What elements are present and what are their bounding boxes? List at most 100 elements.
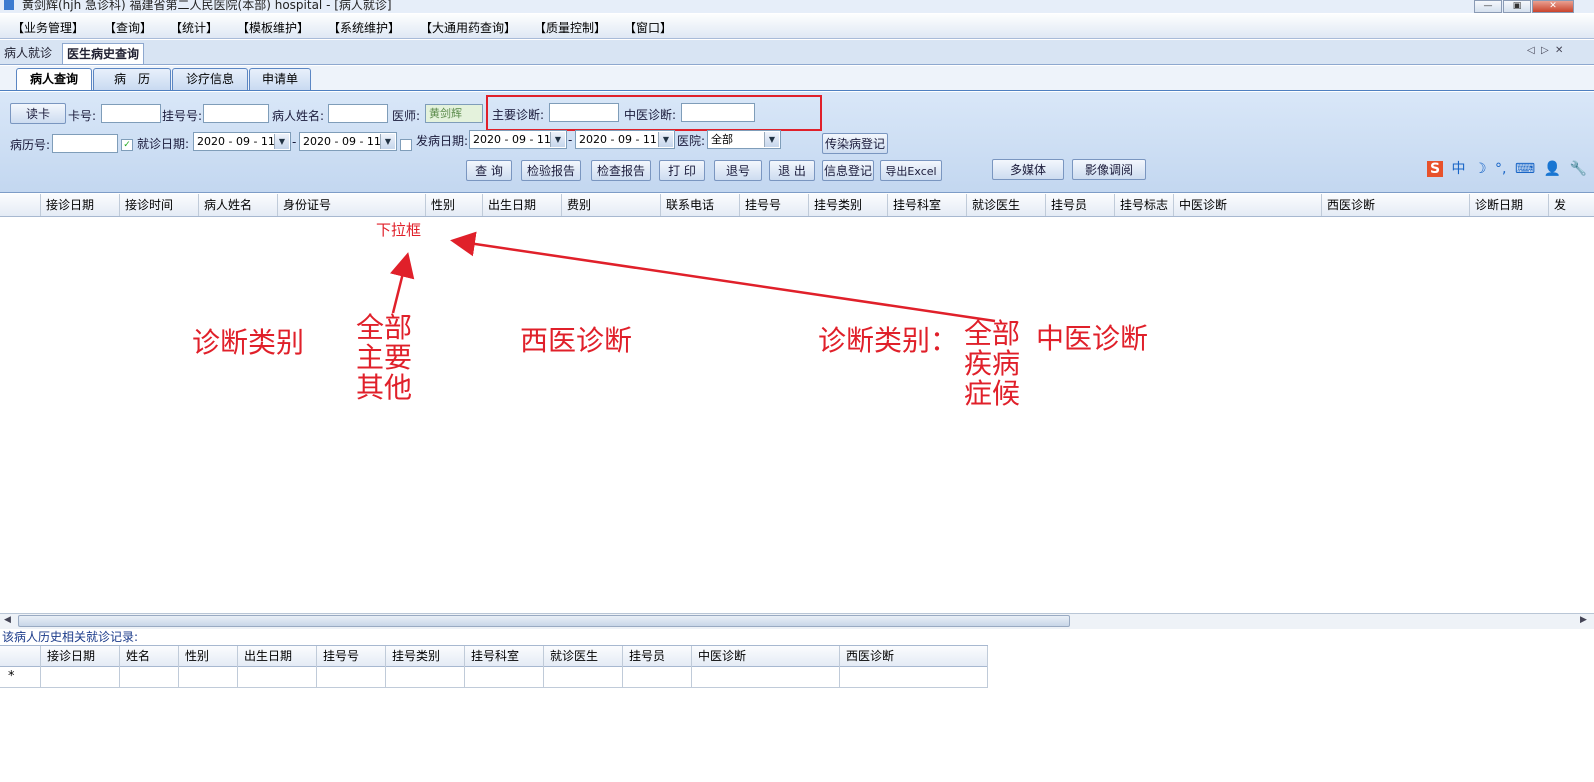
main-grid-body[interactable]: 下拉框 诊断类别 全部 主要 其他 西医诊断 诊断类别： 全部 疾病 症候 中医… bbox=[0, 217, 1594, 612]
table-cell[interactable] bbox=[544, 666, 623, 687]
infectious-register-button[interactable]: 传染病登记 bbox=[822, 133, 888, 154]
menu-statistics[interactable]: 【统计】 bbox=[170, 19, 218, 36]
lab-report-button[interactable]: 检验报告 bbox=[521, 160, 581, 181]
hist-col-gender[interactable]: 性别 bbox=[179, 646, 238, 666]
menu-drug-query[interactable]: 【大通用药查询】 bbox=[420, 19, 516, 36]
doctor-input[interactable]: 黄剑辉 bbox=[425, 104, 483, 123]
table-cell[interactable] bbox=[41, 666, 120, 687]
visit-date-checkbox[interactable]: ✓ bbox=[121, 139, 133, 151]
col-phone[interactable]: 联系电话 bbox=[661, 194, 740, 216]
col-registrar[interactable]: 挂号员 bbox=[1046, 194, 1115, 216]
hist-col-tcm-diagnosis[interactable]: 中医诊断 bbox=[692, 646, 840, 666]
table-cell[interactable] bbox=[120, 666, 179, 687]
table-cell[interactable] bbox=[179, 666, 238, 687]
hist-col-western-diagnosis[interactable]: 西医诊断 bbox=[840, 646, 988, 666]
hist-col-reg-type[interactable]: 挂号类别 bbox=[386, 646, 465, 666]
col-gender[interactable]: 性别 bbox=[426, 194, 483, 216]
hist-col-reg-dept[interactable]: 挂号科室 bbox=[465, 646, 544, 666]
menu-business[interactable]: 【业务管理】 bbox=[12, 19, 84, 36]
minimize-button[interactable]: — bbox=[1474, 0, 1502, 13]
patient-name-input[interactable] bbox=[328, 104, 388, 123]
tab-treatment-info[interactable]: 诊疗信息 bbox=[172, 68, 248, 90]
col-onset[interactable]: 发 bbox=[1549, 194, 1594, 216]
table-cell[interactable] bbox=[317, 666, 386, 687]
col-reg-type[interactable]: 挂号类别 bbox=[809, 194, 888, 216]
wrench-icon[interactable]: 🔧 bbox=[1569, 161, 1586, 177]
scroll-right-icon[interactable]: ▶ bbox=[1580, 615, 1587, 625]
col-doctor[interactable]: 就诊医生 bbox=[967, 194, 1046, 216]
hist-col-registrar[interactable]: 挂号员 bbox=[623, 646, 692, 666]
col-reg-flag[interactable]: 挂号标志 bbox=[1115, 194, 1174, 216]
col-patient-name[interactable]: 病人姓名 bbox=[199, 194, 278, 216]
col-reg-dept[interactable]: 挂号科室 bbox=[888, 194, 967, 216]
history-new-row[interactable]: * bbox=[0, 666, 988, 688]
exam-report-button[interactable]: 检查报告 bbox=[591, 160, 651, 181]
menu-template[interactable]: 【模板维护】 bbox=[237, 19, 309, 36]
user-icon[interactable]: 👤 bbox=[1544, 161, 1561, 177]
visit-date-to[interactable]: 2020 - 09 - 11 ▼ bbox=[299, 132, 397, 151]
restore-button[interactable]: ▣ bbox=[1503, 0, 1531, 13]
scroll-thumb[interactable] bbox=[18, 615, 1070, 627]
tab-request-form[interactable]: 申请单 bbox=[249, 68, 311, 90]
moon-icon[interactable]: ☽ bbox=[1474, 161, 1487, 177]
chevron-down-icon[interactable]: ▼ bbox=[380, 134, 395, 149]
col-tcm-diagnosis[interactable]: 中医诊断 bbox=[1174, 194, 1322, 216]
col-diagnosis-date[interactable]: 诊断日期 bbox=[1470, 194, 1549, 216]
hospital-select[interactable]: 全部 ▼ bbox=[707, 130, 781, 149]
record-no-input[interactable] bbox=[52, 134, 118, 153]
menu-window[interactable]: 【窗口】 bbox=[624, 19, 672, 36]
col-visit-date[interactable]: 接诊日期 bbox=[41, 194, 120, 216]
exit-button[interactable]: 退 出 bbox=[769, 160, 815, 181]
chevron-down-icon[interactable]: ▼ bbox=[658, 132, 673, 147]
table-cell[interactable] bbox=[840, 666, 988, 687]
col-visit-time[interactable]: 接诊时间 bbox=[120, 194, 199, 216]
punctuation-icon[interactable]: °, bbox=[1495, 161, 1506, 177]
chevron-down-icon[interactable]: ▼ bbox=[764, 132, 779, 147]
print-button[interactable]: 打 印 bbox=[659, 160, 705, 181]
tab-patient-query[interactable]: 病人查询 bbox=[16, 68, 92, 90]
visit-date-from[interactable]: 2020 - 09 - 11 ▼ bbox=[193, 132, 291, 151]
menu-query[interactable]: 【查询】 bbox=[104, 19, 152, 36]
doc-tab-patient-visit[interactable]: 病人就诊 bbox=[0, 43, 56, 63]
tab-close-icon[interactable]: ✕ bbox=[1555, 45, 1563, 56]
table-cell[interactable] bbox=[623, 666, 692, 687]
cancel-registration-button[interactable]: 退号 bbox=[714, 160, 762, 181]
image-view-button[interactable]: 影像调阅 bbox=[1072, 159, 1146, 180]
card-no-input[interactable] bbox=[101, 104, 161, 123]
col-birth-date[interactable]: 出生日期 bbox=[483, 194, 562, 216]
onset-date-to[interactable]: 2020 - 09 - 11 ▼ bbox=[575, 130, 675, 149]
hist-col-name[interactable]: 姓名 bbox=[120, 646, 179, 666]
onset-date-checkbox[interactable] bbox=[400, 139, 412, 151]
col-fee-type[interactable]: 费别 bbox=[562, 194, 661, 216]
col-western-diagnosis[interactable]: 西医诊断 bbox=[1322, 194, 1470, 216]
table-cell[interactable] bbox=[238, 666, 317, 687]
main-diag-input[interactable] bbox=[549, 103, 619, 122]
multimedia-button[interactable]: 多媒体 bbox=[992, 159, 1064, 180]
hist-col-doctor[interactable]: 就诊医生 bbox=[544, 646, 623, 666]
table-cell[interactable] bbox=[386, 666, 465, 687]
doc-tab-history-query[interactable]: 医生病史查询 bbox=[62, 43, 145, 64]
onset-date-from[interactable]: 2020 - 09 - 11 ▼ bbox=[469, 130, 567, 149]
sogou-icon[interactable]: S bbox=[1427, 161, 1444, 177]
chevron-down-icon[interactable]: ▼ bbox=[274, 134, 289, 149]
hist-col-birth-date[interactable]: 出生日期 bbox=[238, 646, 317, 666]
query-button[interactable]: 查 询 bbox=[466, 160, 512, 181]
read-card-button[interactable]: 读卡 bbox=[10, 103, 66, 124]
tab-next-icon[interactable]: ▷ bbox=[1541, 45, 1549, 56]
table-cell[interactable] bbox=[465, 666, 544, 687]
table-cell[interactable] bbox=[692, 666, 840, 687]
info-register-button[interactable]: 信息登记 bbox=[822, 160, 874, 181]
menu-system[interactable]: 【系统维护】 bbox=[328, 19, 400, 36]
hist-col-reg-no[interactable]: 挂号号 bbox=[317, 646, 386, 666]
close-window-button[interactable]: ✕ bbox=[1532, 0, 1574, 13]
chinese-mode-icon[interactable]: 中 bbox=[1452, 161, 1466, 177]
tab-prev-icon[interactable]: ◁ bbox=[1527, 45, 1535, 56]
tab-medical-record[interactable]: 病 历 bbox=[93, 68, 171, 90]
tcm-diag-input[interactable] bbox=[681, 103, 755, 122]
reg-no-input[interactable] bbox=[203, 104, 269, 123]
keyboard-icon[interactable]: ⌨ bbox=[1515, 161, 1535, 177]
hist-col-visit-date[interactable]: 接诊日期 bbox=[41, 646, 120, 666]
menu-quality[interactable]: 【质量控制】 bbox=[534, 19, 606, 36]
col-id-number[interactable]: 身份证号 bbox=[278, 194, 426, 216]
scroll-left-icon[interactable]: ◀ bbox=[4, 615, 11, 625]
